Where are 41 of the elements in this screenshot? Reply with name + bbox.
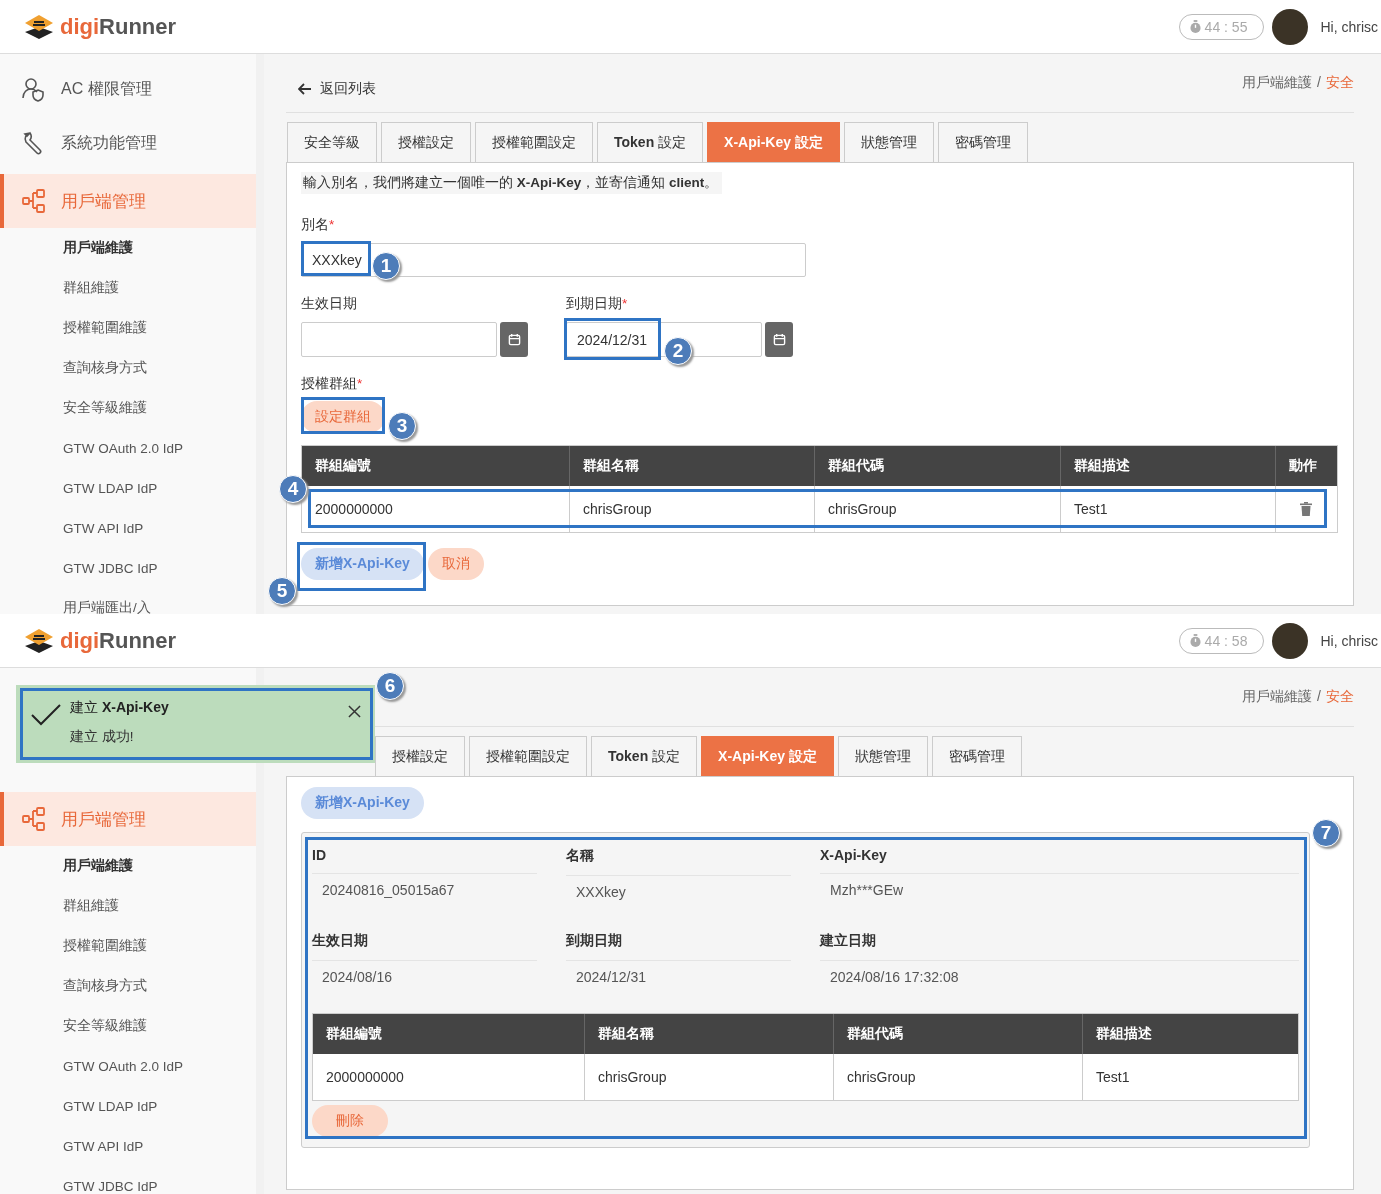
field-value: 2024/08/16 17:32:08 <box>820 960 1299 985</box>
field-label: 建立日期 <box>820 931 877 950</box>
field-label: X-Api-Key <box>820 846 888 863</box>
column-header: 群組描述 <box>1060 446 1275 486</box>
column-header: 群組名稱 <box>584 1014 833 1054</box>
table-cell: chrisGroup <box>584 1054 833 1100</box>
field-label: 生效日期 <box>301 295 358 313</box>
breadcrumb-separator: / <box>1317 688 1321 706</box>
field-label: ID <box>312 846 327 863</box>
column-header: 群組代碼 <box>814 446 1060 486</box>
field-label: 到期日期 <box>566 931 623 950</box>
user-greeting: Hi, chrisc <box>1320 18 1379 35</box>
column-header: 群組編號 <box>313 1014 584 1054</box>
table-cell: chrisGroup <box>833 1054 1082 1100</box>
field-value: 20240816_05015a67 <box>312 873 537 898</box>
field-value: XXXkey <box>566 875 791 900</box>
logo-text: digiRunner <box>60 627 177 654</box>
field-label: 授權群組* <box>301 375 364 393</box>
field-value: Mzh***GEw <box>820 873 1299 898</box>
field-value: 2024/12/31 <box>566 960 791 985</box>
field-value: 2024/08/16 <box>312 960 537 985</box>
field-label: 別名* <box>301 216 336 234</box>
column-header: 動作 <box>1275 446 1337 486</box>
table-cell: Test1 <box>1082 1054 1298 1100</box>
column-header: 群組描述 <box>1082 1014 1298 1054</box>
field-label: 到期日期* <box>566 295 629 313</box>
table-cell: 2000000000 <box>313 1054 584 1100</box>
column-header: 群組名稱 <box>569 446 814 486</box>
field-label: 名稱 <box>566 846 595 865</box>
column-header: 群組編號 <box>302 446 569 486</box>
step-badge: 5 <box>268 577 296 605</box>
step-badge: 4 <box>279 475 307 503</box>
logo-text: digiRunner <box>60 13 177 40</box>
toast-message: 建立 成功! <box>70 728 135 746</box>
toast-title: 建立 X-Api-Key <box>70 699 170 717</box>
user-greeting: Hi, chrisc <box>1320 632 1379 649</box>
step-badge: 6 <box>376 672 404 700</box>
column-header: 群組代碼 <box>833 1014 1082 1054</box>
field-label: 生效日期 <box>312 931 369 950</box>
info-note: 輸入別名，我們將建立一個唯一的 X-Api-Key，並寄信通知 client。 <box>301 172 723 194</box>
breadcrumb-separator: / <box>1317 74 1321 92</box>
